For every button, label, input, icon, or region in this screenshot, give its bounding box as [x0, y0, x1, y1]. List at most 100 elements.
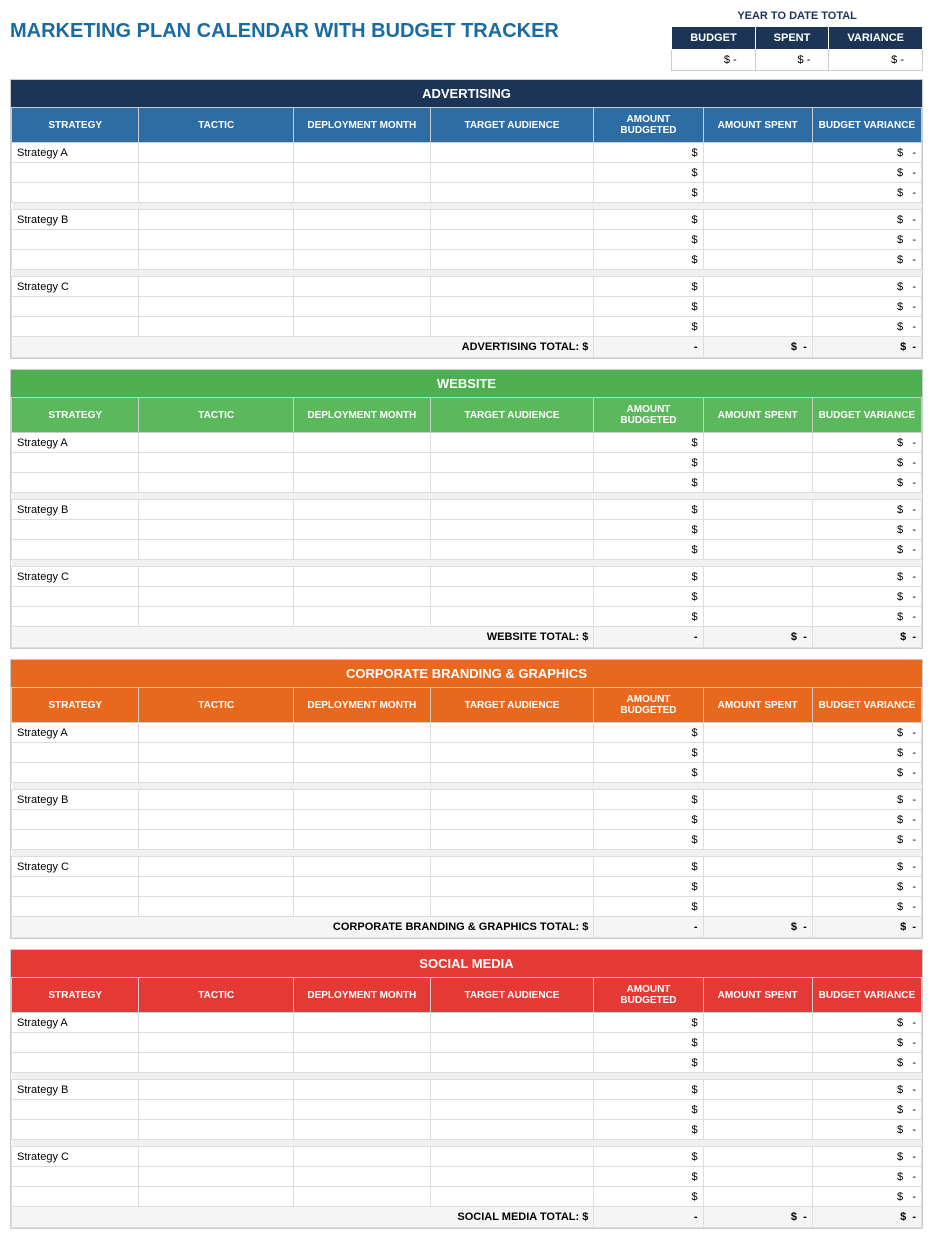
deploy-cell[interactable] — [294, 473, 431, 493]
spent-cell[interactable] — [703, 877, 812, 897]
target-cell[interactable] — [430, 790, 594, 810]
tactic-cell[interactable] — [139, 877, 294, 897]
target-cell[interactable] — [430, 500, 594, 520]
target-cell[interactable] — [430, 830, 594, 850]
tactic-cell[interactable] — [139, 453, 294, 473]
spent-cell[interactable] — [703, 763, 812, 783]
target-cell[interactable] — [430, 1080, 594, 1100]
target-cell[interactable] — [430, 250, 594, 270]
spent-cell[interactable] — [703, 1120, 812, 1140]
spent-cell[interactable] — [703, 1167, 812, 1187]
budgeted-cell[interactable]: $ — [594, 1120, 703, 1140]
deploy-cell[interactable] — [294, 1080, 431, 1100]
budgeted-cell[interactable]: $ — [594, 183, 703, 203]
spent-cell[interactable] — [703, 587, 812, 607]
deploy-cell[interactable] — [294, 520, 431, 540]
variance-cell[interactable]: $ - — [812, 857, 921, 877]
deploy-cell[interactable] — [294, 210, 431, 230]
variance-cell[interactable]: $ - — [812, 810, 921, 830]
variance-cell[interactable]: $ - — [812, 1053, 921, 1073]
target-cell[interactable] — [430, 297, 594, 317]
budgeted-cell[interactable]: $ — [594, 567, 703, 587]
budgeted-cell[interactable]: $ — [594, 540, 703, 560]
budgeted-cell[interactable]: $ — [594, 1033, 703, 1053]
budgeted-cell[interactable]: $ — [594, 607, 703, 627]
spent-cell[interactable] — [703, 1080, 812, 1100]
tactic-cell[interactable] — [139, 897, 294, 917]
spent-cell[interactable] — [703, 1187, 812, 1207]
target-cell[interactable] — [430, 567, 594, 587]
target-cell[interactable] — [430, 433, 594, 453]
spent-cell[interactable] — [703, 453, 812, 473]
tactic-cell[interactable] — [139, 810, 294, 830]
spent-cell[interactable] — [703, 607, 812, 627]
deploy-cell[interactable] — [294, 810, 431, 830]
deploy-cell[interactable] — [294, 500, 431, 520]
tactic-cell[interactable] — [139, 1033, 294, 1053]
tactic-cell[interactable] — [139, 723, 294, 743]
variance-cell[interactable]: $ - — [812, 567, 921, 587]
tactic-cell[interactable] — [139, 1167, 294, 1187]
spent-cell[interactable] — [703, 857, 812, 877]
variance-cell[interactable]: $ - — [812, 230, 921, 250]
budgeted-cell[interactable]: $ — [594, 830, 703, 850]
budgeted-cell[interactable]: $ — [594, 897, 703, 917]
tactic-cell[interactable] — [139, 763, 294, 783]
variance-cell[interactable]: $ - — [812, 763, 921, 783]
target-cell[interactable] — [430, 587, 594, 607]
target-cell[interactable] — [430, 607, 594, 627]
variance-cell[interactable]: $ - — [812, 607, 921, 627]
target-cell[interactable] — [430, 763, 594, 783]
deploy-cell[interactable] — [294, 183, 431, 203]
spent-cell[interactable] — [703, 163, 812, 183]
deploy-cell[interactable] — [294, 790, 431, 810]
variance-cell[interactable]: $ - — [812, 897, 921, 917]
deploy-cell[interactable] — [294, 250, 431, 270]
variance-cell[interactable]: $ - — [812, 1033, 921, 1053]
spent-cell[interactable] — [703, 230, 812, 250]
budgeted-cell[interactable]: $ — [594, 473, 703, 493]
budgeted-cell[interactable]: $ — [594, 1100, 703, 1120]
spent-cell[interactable] — [703, 743, 812, 763]
deploy-cell[interactable] — [294, 830, 431, 850]
tactic-cell[interactable] — [139, 163, 294, 183]
spent-cell[interactable] — [703, 1033, 812, 1053]
spent-cell[interactable] — [703, 830, 812, 850]
variance-cell[interactable]: $ - — [812, 1080, 921, 1100]
budgeted-cell[interactable]: $ — [594, 317, 703, 337]
variance-cell[interactable]: $ - — [812, 1147, 921, 1167]
deploy-cell[interactable] — [294, 433, 431, 453]
deploy-cell[interactable] — [294, 567, 431, 587]
budgeted-cell[interactable]: $ — [594, 763, 703, 783]
spent-cell[interactable] — [703, 1100, 812, 1120]
deploy-cell[interactable] — [294, 897, 431, 917]
deploy-cell[interactable] — [294, 1053, 431, 1073]
tactic-cell[interactable] — [139, 540, 294, 560]
deploy-cell[interactable] — [294, 453, 431, 473]
spent-cell[interactable] — [703, 473, 812, 493]
target-cell[interactable] — [430, 1167, 594, 1187]
variance-cell[interactable]: $ - — [812, 1120, 921, 1140]
budgeted-cell[interactable]: $ — [594, 723, 703, 743]
target-cell[interactable] — [430, 857, 594, 877]
variance-cell[interactable]: $ - — [812, 1167, 921, 1187]
variance-cell[interactable]: $ - — [812, 723, 921, 743]
budgeted-cell[interactable]: $ — [594, 1167, 703, 1187]
tactic-cell[interactable] — [139, 1187, 294, 1207]
tactic-cell[interactable] — [139, 277, 294, 297]
budgeted-cell[interactable]: $ — [594, 1013, 703, 1033]
tactic-cell[interactable] — [139, 607, 294, 627]
tactic-cell[interactable] — [139, 830, 294, 850]
spent-cell[interactable] — [703, 183, 812, 203]
spent-cell[interactable] — [703, 520, 812, 540]
target-cell[interactable] — [430, 183, 594, 203]
tactic-cell[interactable] — [139, 143, 294, 163]
target-cell[interactable] — [430, 210, 594, 230]
variance-cell[interactable]: $ - — [812, 520, 921, 540]
spent-cell[interactable] — [703, 897, 812, 917]
spent-cell[interactable] — [703, 297, 812, 317]
budgeted-cell[interactable]: $ — [594, 250, 703, 270]
deploy-cell[interactable] — [294, 607, 431, 627]
tactic-cell[interactable] — [139, 567, 294, 587]
variance-cell[interactable]: $ - — [812, 500, 921, 520]
